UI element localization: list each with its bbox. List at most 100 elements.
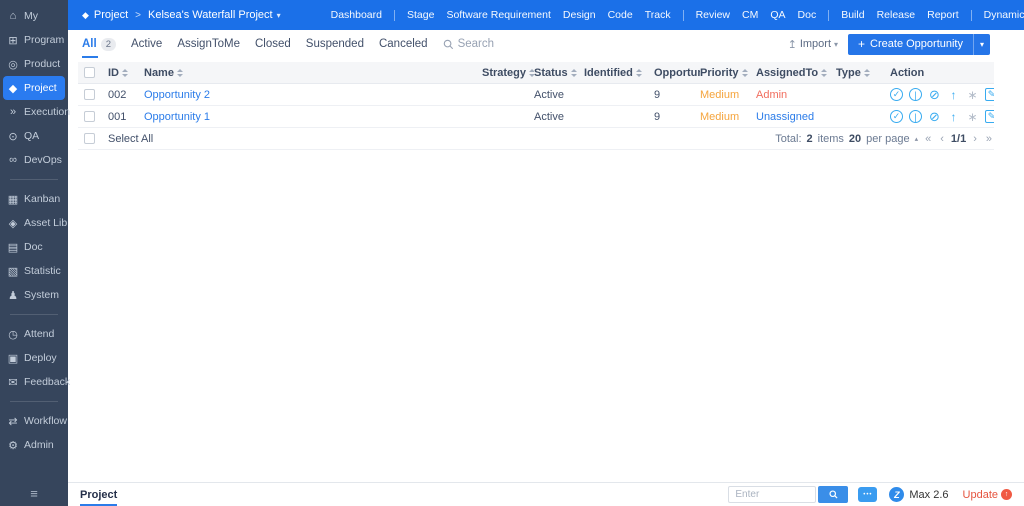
quick-search-button[interactable]: [818, 486, 849, 503]
nav-item-build[interactable]: Build: [837, 0, 868, 30]
nav-item-stage[interactable]: Stage: [403, 0, 438, 30]
action-edit-icon[interactable]: ✎: [985, 88, 994, 101]
sort-icon[interactable]: [122, 68, 128, 77]
row-checkbox[interactable]: [84, 89, 95, 100]
column-label: Action: [890, 66, 925, 79]
sidebar-item-deploy[interactable]: ▣ Deploy: [0, 346, 68, 370]
select-all-label[interactable]: Select All: [108, 133, 157, 145]
sort-icon[interactable]: [863, 68, 870, 77]
tab-assigntome[interactable]: AssignToMe: [177, 30, 240, 58]
version-label: Max 2.6: [909, 488, 949, 501]
sidebar-item-statistic[interactable]: ▧ Statistic: [0, 259, 68, 283]
nav-item-qa[interactable]: QA: [766, 0, 789, 30]
sidebar-item-attend[interactable]: ◷ Attend: [0, 322, 68, 346]
sidebar-item-workflow[interactable]: ⇄ Workflow: [0, 409, 68, 433]
page-size-value[interactable]: 20: [849, 133, 861, 145]
sidebar-item-execution[interactable]: » Execution: [0, 100, 70, 124]
update-link[interactable]: Update: [963, 489, 998, 501]
tab-all[interactable]: All 2: [82, 30, 116, 58]
sidebar-item-doc[interactable]: ▤ Doc: [0, 235, 68, 259]
tab-closed[interactable]: Closed: [255, 30, 291, 58]
select-all-checkbox[interactable]: [84, 133, 95, 144]
column-header-opportunity[interactable]: Opportunity: [654, 67, 700, 79]
sidebar-item-asset-lib[interactable]: ◈ Asset Lib: [0, 211, 68, 235]
tab-active[interactable]: Active: [131, 30, 162, 58]
column-header-strategy[interactable]: Strategy: [482, 67, 534, 79]
nav-item-report[interactable]: Report: [923, 0, 963, 30]
sort-icon[interactable]: [176, 68, 183, 77]
per-page-label[interactable]: per page: [866, 133, 909, 145]
search-toggle[interactable]: Search: [443, 38, 494, 50]
sidebar-item-program[interactable]: ⊞ Program: [0, 28, 68, 52]
create-opportunity-main[interactable]: + Create Opportunity: [848, 34, 973, 55]
sidebar-item-product[interactable]: ◎ Product: [0, 52, 68, 76]
action-activate-icon[interactable]: ✓: [890, 110, 903, 123]
action-suspend-icon[interactable]: |: [909, 110, 922, 123]
opportunity-link[interactable]: Opportunity 2: [144, 89, 210, 101]
nav-item-dynamic[interactable]: Dynamic: [980, 0, 1024, 30]
action-promote-icon[interactable]: ↑: [947, 88, 960, 101]
nav-item-review[interactable]: Review: [692, 0, 734, 30]
nav-item-release[interactable]: Release: [873, 0, 920, 30]
action-wand-icon[interactable]: ∗: [966, 110, 979, 123]
action-wand-icon[interactable]: ∗: [966, 88, 979, 101]
nav-item-software-requirement[interactable]: Software Requirement: [442, 0, 554, 30]
column-header-identified[interactable]: Identified: [584, 67, 654, 79]
sidebar-item-project[interactable]: ◆ Project: [3, 76, 65, 100]
sort-icon[interactable]: [821, 68, 828, 77]
update-badge-icon[interactable]: ↑: [1001, 489, 1012, 500]
action-cancel-icon[interactable]: ⊘: [928, 110, 941, 123]
breadcrumb-section[interactable]: Project: [94, 9, 128, 21]
tab-canceled[interactable]: Canceled: [379, 30, 428, 58]
table-row: 002 Opportunity 2 Active 9 Medium Admin …: [78, 84, 994, 106]
nav-item-design[interactable]: Design: [559, 0, 600, 30]
column-header-priority[interactable]: Priority: [700, 67, 756, 79]
sort-icon[interactable]: [741, 68, 748, 77]
nav-item-code[interactable]: Code: [604, 0, 637, 30]
action-cancel-icon[interactable]: ⊘: [928, 88, 941, 101]
nav-item-doc[interactable]: Doc: [794, 0, 821, 30]
sidebar-item-system[interactable]: ♟ System: [0, 283, 68, 307]
assigned-to-link[interactable]: Unassigned: [756, 111, 814, 123]
sidebar-item-admin[interactable]: ⚙ Admin: [0, 433, 68, 457]
action-activate-icon[interactable]: ✓: [890, 88, 903, 101]
sidebar-item-my[interactable]: ⌂ My: [0, 4, 68, 28]
action-edit-icon[interactable]: ✎: [985, 110, 994, 123]
breadcrumb-project-name[interactable]: Kelsea's Waterfall Project: [148, 9, 273, 21]
sidebar-collapse-icon[interactable]: ≡: [0, 486, 68, 501]
header-checkbox[interactable]: [84, 67, 95, 78]
items-label: items: [817, 132, 844, 145]
tab-suspended[interactable]: Suspended: [306, 30, 364, 58]
sidebar-item-feedback[interactable]: ✉ Feedback: [0, 370, 70, 394]
chat-icon[interactable]: •••: [858, 487, 878, 502]
assigned-to-link[interactable]: Admin: [756, 89, 787, 101]
nav-item-track[interactable]: Track: [641, 0, 675, 30]
column-header-assignedto[interactable]: AssignedTo: [756, 67, 836, 79]
pagination-next-button[interactable]: ›: [971, 133, 979, 145]
opportunity-link[interactable]: Opportunity 1: [144, 111, 210, 123]
column-header-type[interactable]: Type: [836, 67, 890, 79]
sidebar-item-devops[interactable]: ∞ DevOps: [0, 148, 68, 172]
row-opportunity-value: 9: [654, 110, 661, 123]
sort-icon[interactable]: [635, 68, 642, 77]
sort-icon[interactable]: [570, 68, 577, 77]
pagination-first-button[interactable]: «: [923, 133, 933, 145]
column-header-id[interactable]: ID: [108, 67, 144, 79]
row-checkbox[interactable]: [84, 111, 95, 122]
action-promote-icon[interactable]: ↑: [947, 110, 960, 123]
quick-search-input[interactable]: [728, 486, 817, 503]
import-button[interactable]: ↥ Import ▾: [788, 38, 838, 51]
column-header-name[interactable]: Name: [144, 67, 482, 79]
sidebar-item-qa[interactable]: ⊙ QA: [0, 124, 68, 148]
action-suspend-icon[interactable]: |: [909, 88, 922, 101]
bottom-tab-project[interactable]: Project: [80, 483, 118, 506]
nav-item-dashboard[interactable]: Dashboard: [327, 0, 386, 30]
create-opportunity-dropdown[interactable]: ▾: [972, 33, 990, 55]
column-header-status[interactable]: Status: [534, 67, 584, 79]
sidebar-item-kanban[interactable]: ▦ Kanban: [0, 187, 68, 211]
pagination-last-button[interactable]: »: [984, 133, 994, 145]
pagination-prev-button[interactable]: ‹: [938, 133, 946, 145]
nav-item-cm[interactable]: CM: [738, 0, 762, 30]
chevron-down-icon[interactable]: ▾: [277, 11, 281, 20]
chevron-up-icon[interactable]: ▴: [915, 135, 919, 143]
